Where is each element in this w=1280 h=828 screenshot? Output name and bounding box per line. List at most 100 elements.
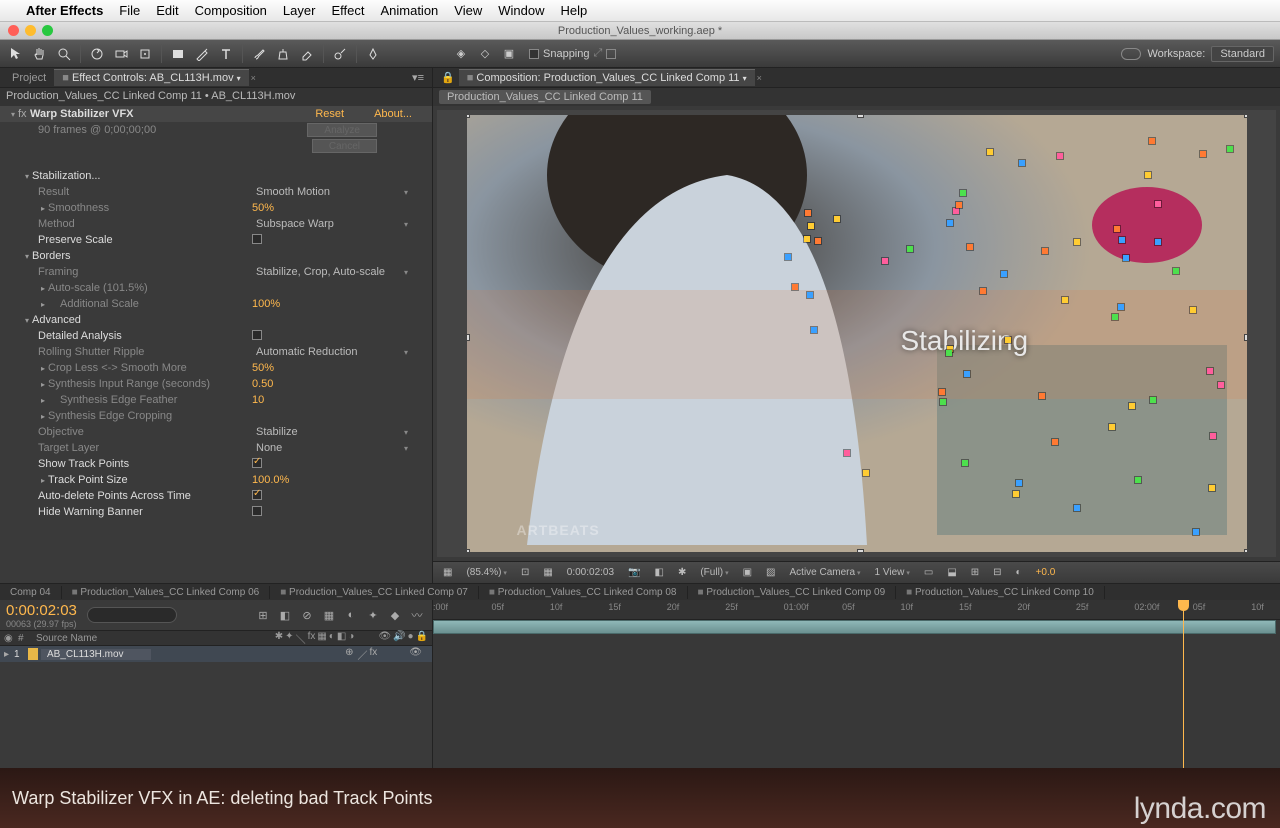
track-point[interactable]	[1123, 255, 1129, 261]
track-point[interactable]	[1218, 382, 1224, 388]
track-point[interactable]	[1129, 403, 1135, 409]
views-dropdown[interactable]: 1 View	[871, 567, 914, 578]
effect-controls-tab[interactable]: ■ Effect Controls: AB_CL113H.mov ▾	[54, 69, 248, 86]
camera-dropdown[interactable]: Active Camera	[786, 567, 865, 578]
track-point[interactable]	[1074, 239, 1080, 245]
preserve-scale-checkbox[interactable]	[252, 234, 262, 244]
track-point[interactable]	[1155, 201, 1161, 207]
menu-app[interactable]: After Effects	[26, 3, 103, 18]
track-point[interactable]	[953, 208, 959, 214]
menu-window[interactable]: Window	[498, 3, 544, 18]
target-layer-dropdown[interactable]: None	[252, 442, 412, 454]
transform-handle[interactable]	[857, 115, 864, 118]
grid-icon[interactable]: ▨	[762, 567, 779, 578]
track-point[interactable]	[1005, 337, 1011, 343]
track-point[interactable]	[1173, 268, 1179, 274]
roi-icon[interactable]: ▣	[739, 567, 756, 578]
camera-tool-icon[interactable]	[111, 44, 131, 64]
framing-dropdown[interactable]: Stabilize, Crop, Auto-scale	[252, 266, 412, 278]
pan-behind-tool-icon[interactable]	[135, 44, 155, 64]
track-point[interactable]	[940, 399, 946, 405]
hide-banner-checkbox[interactable]	[252, 506, 262, 516]
track-point[interactable]	[962, 460, 968, 466]
zoom-dropdown[interactable]: (85.4%)	[462, 567, 510, 578]
track-point[interactable]	[939, 389, 945, 395]
timeline-tab[interactable]: ■ Production_Values_CC Linked Comp 10	[896, 586, 1105, 599]
flowchart-icon[interactable]: ⊟	[989, 567, 1005, 578]
track-point[interactable]	[844, 450, 850, 456]
track-point[interactable]	[907, 246, 913, 252]
timeline-tab[interactable]: ■ Production_Values_CC Linked Comp 09	[688, 586, 897, 599]
timeline-tab[interactable]: Comp 04	[0, 586, 62, 599]
track-point[interactable]	[807, 292, 813, 298]
panel-menu-icon[interactable]: ▾≡	[408, 71, 428, 84]
track-point[interactable]	[1118, 304, 1124, 310]
current-timecode[interactable]: 0:00:02:03	[6, 602, 77, 619]
type-tool-icon[interactable]	[216, 44, 236, 64]
crop-smooth-value[interactable]: 50%	[252, 362, 432, 374]
timeline-track-area[interactable]: :00f05f10f15f20f25f01:00f05f10f15f20f25f…	[433, 600, 1280, 768]
track-point[interactable]	[1062, 297, 1068, 303]
transform-handle[interactable]	[467, 115, 470, 118]
minimize-window-button[interactable]	[25, 25, 36, 36]
rolling-shutter-dropdown[interactable]: Automatic Reduction	[252, 346, 412, 358]
synth-crop-row[interactable]: Synthesis Edge Cropping	[0, 408, 432, 424]
track-point[interactable]	[1019, 160, 1025, 166]
brush-tool-icon[interactable]	[249, 44, 269, 64]
synth-feather-value[interactable]: 10	[252, 394, 432, 406]
track-point[interactable]	[1057, 153, 1063, 159]
view-axis-icon[interactable]: ▣	[499, 44, 519, 64]
track-point[interactable]	[863, 470, 869, 476]
snapping-checkbox[interactable]	[529, 49, 539, 59]
search-help-icon[interactable]	[1121, 48, 1141, 60]
menu-effect[interactable]: Effect	[331, 3, 364, 18]
world-axis-icon[interactable]: ◇	[475, 44, 495, 64]
reset-button[interactable]: Reset	[315, 108, 344, 120]
menu-layer[interactable]: Layer	[283, 3, 316, 18]
comp-mini-flowchart-icon[interactable]: ⊞	[254, 606, 272, 624]
timeline-tab[interactable]: ■ Production_Values_CC Linked Comp 07	[270, 586, 479, 599]
timeline-tab[interactable]: ■ Production_Values_CC Linked Comp 08	[479, 586, 688, 599]
rectangle-tool-icon[interactable]	[168, 44, 188, 64]
channel-icon[interactable]: ◧	[651, 567, 668, 578]
transform-handle[interactable]	[1244, 115, 1247, 118]
eraser-tool-icon[interactable]	[297, 44, 317, 64]
track-point[interactable]	[1016, 480, 1022, 486]
transform-handle[interactable]	[1244, 334, 1247, 341]
track-point[interactable]	[834, 216, 840, 222]
cancel-button[interactable]: Cancel	[312, 139, 377, 153]
track-point[interactable]	[1112, 314, 1118, 320]
clone-stamp-tool-icon[interactable]	[273, 44, 293, 64]
layer-duration-bar[interactable]	[433, 620, 1276, 634]
objective-dropdown[interactable]: Stabilize	[252, 426, 412, 438]
motion-blur-icon[interactable]: ◐	[342, 606, 360, 624]
puppet-pin-tool-icon[interactable]	[363, 44, 383, 64]
comp-tab-close-icon[interactable]: ×	[757, 73, 762, 83]
track-point[interactable]	[808, 223, 814, 229]
track-point[interactable]	[1193, 529, 1199, 535]
menu-composition[interactable]: Composition	[195, 3, 267, 18]
exposure-value[interactable]: +0.0	[1032, 567, 1060, 578]
track-point[interactable]	[956, 202, 962, 208]
composition-viewer[interactable]: Stabilizing ARTBEATS	[437, 110, 1276, 557]
composition-tab[interactable]: ■ Composition: Production_Values_CC Link…	[459, 69, 755, 86]
close-window-button[interactable]	[8, 25, 19, 36]
workspace-dropdown[interactable]: Standard	[1211, 46, 1274, 62]
zoom-window-button[interactable]	[42, 25, 53, 36]
graph-editor-icon[interactable]: 〰	[408, 606, 426, 624]
frame-blend-icon[interactable]: ▦	[320, 606, 338, 624]
resolution-dropdown[interactable]: (Full)	[696, 567, 732, 578]
synth-range-value[interactable]: 0.50	[252, 378, 432, 390]
video-frame[interactable]: Stabilizing ARTBEATS	[467, 115, 1247, 552]
comp-breadcrumb-item[interactable]: Production_Values_CC Linked Comp 11	[439, 90, 651, 104]
local-axis-icon[interactable]: ◈	[451, 44, 471, 64]
detailed-analysis-checkbox[interactable]	[252, 330, 262, 340]
smoothness-value[interactable]: 50%	[252, 202, 432, 214]
track-point[interactable]	[987, 149, 993, 155]
additional-scale-value[interactable]: 100%	[252, 298, 432, 310]
track-point[interactable]	[1150, 397, 1156, 403]
track-point[interactable]	[1155, 239, 1161, 245]
track-point[interactable]	[1109, 424, 1115, 430]
stabilization-group[interactable]: Stabilization...	[0, 168, 432, 184]
menu-animation[interactable]: Animation	[380, 3, 438, 18]
